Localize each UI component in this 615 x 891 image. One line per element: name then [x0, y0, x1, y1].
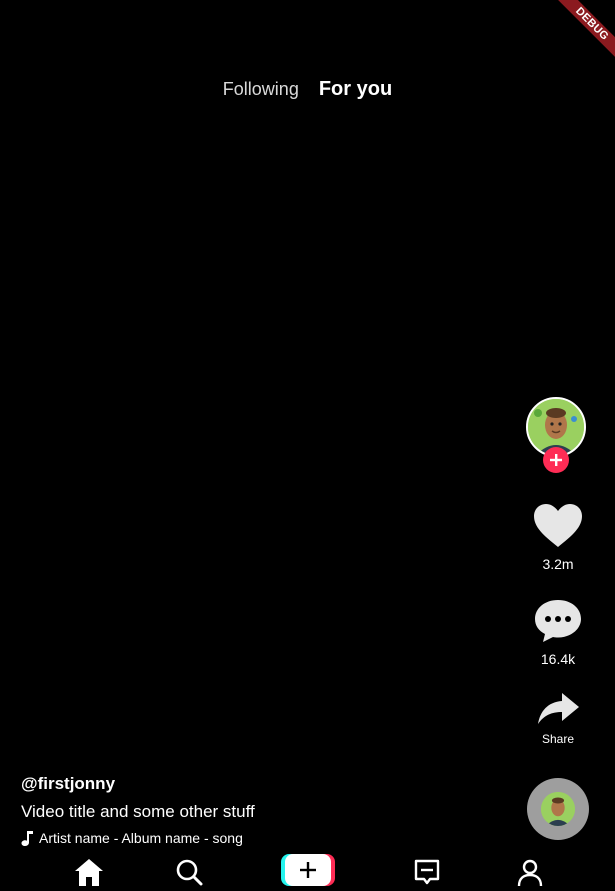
- plus-icon: [550, 454, 562, 466]
- share-action[interactable]: Share: [523, 691, 593, 746]
- music-label: Artist name - Album name - song: [39, 830, 243, 846]
- video-username[interactable]: @firstjonny: [21, 774, 401, 794]
- follow-button[interactable]: [543, 447, 569, 473]
- like-count: 3.2m: [542, 556, 574, 572]
- disc-avatar: [541, 792, 575, 826]
- comment-count: 16.4k: [540, 651, 576, 667]
- like-action[interactable]: 3.2m: [523, 503, 593, 572]
- music-disc[interactable]: [527, 778, 589, 840]
- tab-following[interactable]: Following: [223, 79, 299, 100]
- share-icon[interactable]: [536, 691, 580, 727]
- share-label: Share: [541, 732, 575, 746]
- music-note-icon: [21, 831, 33, 846]
- video-info: @firstjonny Video title and some other s…: [21, 774, 401, 846]
- nav-inbox[interactable]: [413, 858, 441, 891]
- create-button-face: [285, 854, 331, 886]
- disc-avatar-image: [541, 792, 575, 826]
- profile-icon: [517, 859, 543, 887]
- creator-profile[interactable]: [526, 397, 590, 473]
- nav-profile[interactable]: [516, 858, 544, 891]
- feed-tabs: Following For you: [0, 78, 615, 101]
- bottom-nav: [0, 854, 615, 887]
- search-icon: [176, 859, 203, 886]
- home-icon: [75, 859, 103, 886]
- heart-icon[interactable]: [533, 503, 583, 549]
- nav-search[interactable]: [175, 858, 203, 891]
- debug-banner-label: DEBUG: [555, 0, 615, 61]
- plus-icon: [300, 862, 316, 878]
- debug-banner: DEBUG: [535, 0, 615, 80]
- create-button[interactable]: [281, 854, 335, 886]
- music-row[interactable]: Artist name - Album name - song: [21, 830, 401, 846]
- nav-home[interactable]: [74, 858, 104, 891]
- inbox-icon: [414, 859, 440, 885]
- video-title: Video title and some other stuff: [21, 802, 255, 821]
- comment-action[interactable]: 16.4k: [523, 598, 593, 667]
- tab-for-you[interactable]: For you: [319, 78, 392, 101]
- comment-icon[interactable]: [534, 598, 582, 644]
